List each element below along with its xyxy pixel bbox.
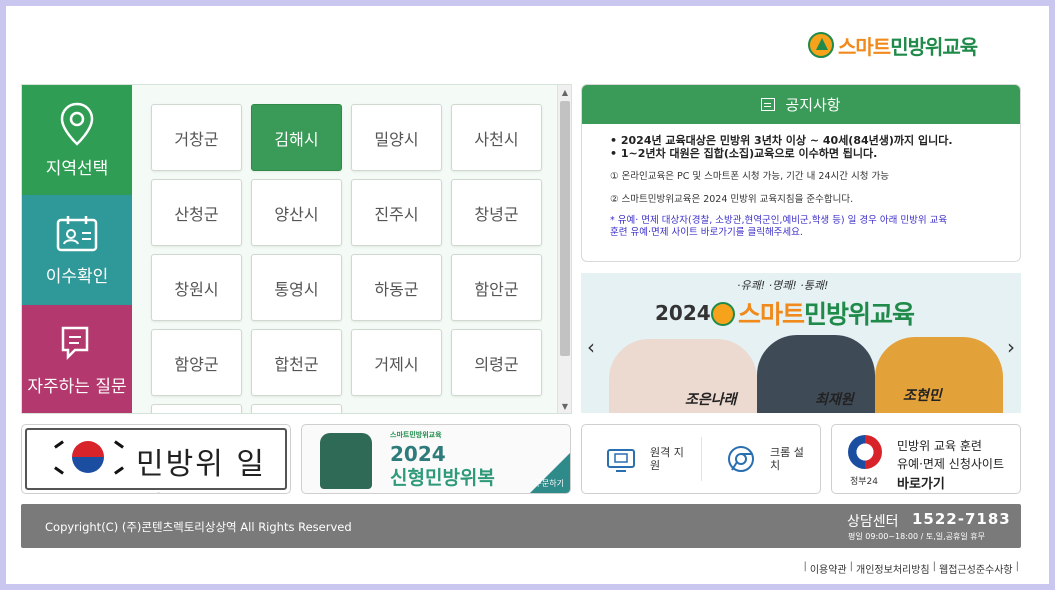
region-panel: 지역선택 이수확인 자주하는 질문 거창군 김해시 밀양시 사천시산청군 양산시 진주시 [21, 84, 572, 414]
chrome-install-label: 크롬 설치 [770, 446, 804, 472]
banner-cheer-text: ·유쾌! ·명쾌! ·통쾌! [737, 279, 829, 292]
civil-defense-schedule-button[interactable]: 민방위 일정 [21, 424, 291, 494]
customer-center-title: 상담센터 [847, 514, 899, 530]
taegeuk-flag-icon [72, 441, 104, 473]
notice-header[interactable]: 공지사항 [582, 85, 1020, 124]
region-button[interactable]: 거창군 [151, 104, 242, 171]
region-button[interactable]: 합천군 [251, 329, 342, 396]
uniform-brand-tag: 스마트민방위교육 [390, 431, 442, 439]
notice-line: ① 온라인교육은 PC 및 스마트폰 시청 가능, 기간 내 24시간 시청 가… [610, 171, 889, 182]
banner-year: 2024 [655, 301, 711, 325]
customer-center-hours: 평일 09:00~18:00 / 토,일,공휴일 휴무 [848, 532, 986, 541]
privacy-policy-link[interactable]: 개인정보처리방침 [856, 561, 930, 576]
logo-text-main: 민방위교육 [890, 34, 978, 59]
uniform-name: 신형민방위복 [390, 467, 495, 489]
region-button[interactable]: 양산시 [251, 179, 342, 246]
presenter-name: 조은나래 [685, 392, 737, 408]
gov24-label: 정부24 [850, 477, 879, 487]
footer-links: | 이용약관 | 개인정보처리방침 | 웹접근성준수사항 | [803, 561, 1019, 576]
notice-line: • 2024년 교육대상은 민방위 3년차 이상 ~ 40세(84년생)까지 입… [610, 134, 953, 147]
region-button[interactable]: 함안군 [451, 254, 542, 321]
new-uniform-order-banner[interactable]: 스마트민방위교육 2024 신형민방위복 주문하기 [301, 424, 571, 494]
promo-banner[interactable]: ·유쾌! ·명쾌! ·통쾌! 2024 스마트민방위교육 조은나래 최재원 조현… [581, 273, 1021, 413]
gov24-logo-icon [848, 435, 882, 469]
chrome-install-button[interactable]: 크롬 설치 [702, 425, 820, 493]
uniform-order-link[interactable]: 주문하기 [535, 478, 564, 489]
logo-emblem-icon [808, 32, 834, 58]
notice-line: ② 스마트민방위교육은 2024 민방위 교육지침을 준수합니다. [610, 194, 854, 205]
scroll-down-arrow-icon[interactable]: ▼ [560, 402, 570, 412]
notice-line: • 1~2년차 대원은 집합(소집)교육으로 이수하면 됩니다. [610, 147, 878, 160]
gov-line: 민방위 교육 훈련 [897, 439, 982, 453]
region-grid: 거창군 김해시 밀양시 사천시산청군 양산시 진주시 창녕군창원시 통영시 하동군 함안군함양군 합… [132, 85, 562, 413]
support-box: 원격 지원 크롬 설치 [581, 424, 821, 494]
banner-prev-arrow-icon[interactable]: ‹ [587, 335, 595, 359]
chrome-browser-icon [728, 446, 754, 472]
accessibility-link[interactable]: 웹접근성준수사항 [939, 561, 1013, 576]
gov-line: 유예·면제 신청사이트 [897, 457, 1004, 471]
presenter-name: 최재원 [815, 392, 854, 408]
region-button[interactable] [151, 404, 242, 413]
presenter-name: 조현민 [903, 388, 942, 404]
uniform-jacket-icon [320, 433, 372, 489]
tab-faq[interactable]: 자주하는 질문 [22, 305, 132, 413]
notice-title: 공지사항 [785, 96, 841, 114]
site-footer: Copyright(C) (주)콘텐츠렉토리상상역 All Rights Res… [21, 504, 1021, 548]
scroll-thumb[interactable] [560, 101, 570, 356]
site-logo[interactable]: 스마트민방위교육 [808, 30, 978, 60]
remote-support-label: 원격 지원 [650, 446, 684, 472]
banner-title: 스마트민방위교육 [711, 295, 915, 331]
gov24-exemption-link[interactable]: 정부24 민방위 교육 훈련 유예·면제 신청사이트 바로가기 [831, 424, 1021, 494]
schedule-label: 민방위 일정 [136, 447, 266, 493]
region-button[interactable] [251, 404, 342, 413]
terms-link[interactable]: 이용약관 [810, 561, 847, 576]
region-button[interactable]: 진주시 [351, 179, 442, 246]
banner-emblem-icon [711, 302, 735, 326]
notice-icon [761, 98, 776, 111]
chat-bubble-icon [61, 326, 89, 360]
banner-next-arrow-icon[interactable]: › [1007, 335, 1015, 359]
notice-exemption-note: * 유예· 면제 대상자(경찰, 소방관,현역군인,예비군,학생 등) 일 경우… [610, 215, 948, 238]
tab-completion-check[interactable]: 이수확인 [22, 195, 132, 305]
region-button[interactable]: 함양군 [151, 329, 242, 396]
tab-completion-check-label: 이수확인 [45, 266, 109, 287]
remote-support-button[interactable]: 원격 지원 [582, 425, 702, 493]
region-button[interactable]: 통영시 [251, 254, 342, 321]
region-button[interactable]: 창원시 [151, 254, 242, 321]
region-button[interactable]: 김해시 [251, 104, 342, 171]
id-card-icon [56, 215, 98, 251]
location-pin-icon [60, 102, 94, 146]
copyright-text: Copyright(C) (주)콘텐츠렉토리상상역 All Rights Res… [45, 520, 352, 534]
tab-region-select[interactable]: 지역선택 [22, 85, 132, 195]
scroll-up-arrow-icon[interactable]: ▲ [560, 88, 570, 98]
region-button[interactable]: 사천시 [451, 104, 542, 171]
notice-board: 공지사항 • 2024년 교육대상은 민방위 3년차 이상 ~ 40세(84년생… [581, 84, 1021, 262]
side-tabs: 지역선택 이수확인 자주하는 질문 [22, 85, 132, 413]
tab-region-select-label: 지역선택 [45, 158, 109, 179]
region-button[interactable]: 의령군 [451, 329, 542, 396]
region-button[interactable]: 밀양시 [351, 104, 442, 171]
logo-text-smart: 스마트 [838, 34, 891, 59]
customer-center-phone: 1522-7183 [912, 510, 1011, 528]
region-button[interactable]: 창녕군 [451, 179, 542, 246]
notice-content: • 2024년 교육대상은 민방위 3년차 이상 ~ 40세(84년생)까지 입… [582, 124, 1020, 239]
region-button[interactable]: 산청군 [151, 179, 242, 246]
region-button[interactable]: 거제시 [351, 329, 442, 396]
gov-shortcut-label: 바로가기 [897, 477, 945, 492]
tab-faq-label: 자주하는 질문 [27, 376, 127, 397]
region-scrollbar[interactable]: ▲ ▼ [557, 85, 571, 413]
remote-monitor-icon [607, 449, 635, 472]
region-button[interactable]: 하동군 [351, 254, 442, 321]
